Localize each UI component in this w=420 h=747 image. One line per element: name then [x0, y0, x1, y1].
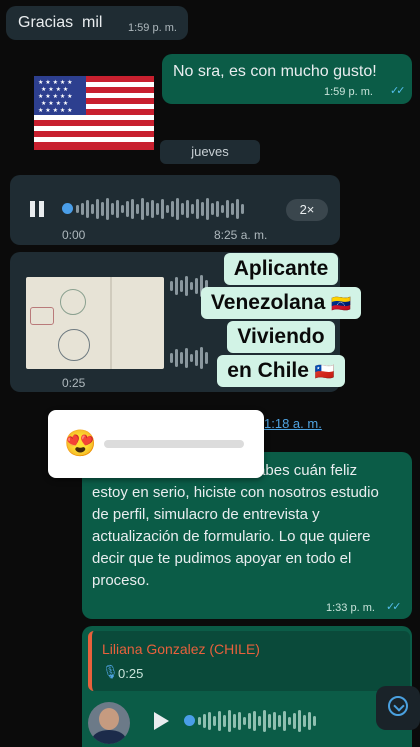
- message-text: Gracias mil: [18, 14, 103, 31]
- voice-elapsed: 0:00: [62, 228, 86, 242]
- overlay-line: Viviendo: [227, 321, 335, 353]
- svg-text:★ ★ ★ ★ ★: ★ ★ ★ ★ ★: [38, 107, 73, 114]
- message-time: 1:18 a. m.: [264, 416, 322, 431]
- chile-flag-icon: 🇨🇱: [314, 364, 335, 381]
- svg-text:★ ★ ★ ★: ★ ★ ★ ★: [41, 100, 68, 107]
- passport-stamp: [60, 289, 86, 315]
- audio-waveform[interactable]: [198, 709, 316, 733]
- quoted-author: Liliana Gonzalez (CHILE): [102, 641, 260, 657]
- voice-message[interactable]: 2× 0:00 8:25 a. m.: [10, 175, 340, 245]
- overlay-caption: Aplicante Venezolana 🇻🇪 Viviendo en Chil…: [186, 253, 376, 387]
- passport-image[interactable]: [26, 277, 164, 369]
- outgoing-message[interactable]: No sra, es con mucho gusto! 1:59 p. m. ✓…: [162, 54, 412, 104]
- playback-position-dot[interactable]: [184, 715, 195, 726]
- playback-position-dot[interactable]: [62, 203, 73, 214]
- message-time: 1:59 p. m.: [128, 22, 177, 34]
- play-icon[interactable]: [154, 712, 169, 730]
- heart-eyes-emoji-icon[interactable]: 😍: [64, 428, 96, 459]
- overlay-text: Venezolana: [210, 291, 326, 314]
- voice-elapsed: 0:25: [62, 376, 86, 390]
- overlay-line: Aplicante: [223, 253, 339, 285]
- read-ticks-icon: ✓✓: [386, 601, 402, 613]
- message-text: No sra, es con mucho gusto!: [173, 63, 377, 80]
- overlay-line: Venezolana 🇻🇪: [200, 287, 362, 319]
- outgoing-message[interactable]: Liliana Gonzalez (CHILE) 🎙 0:25: [82, 626, 412, 747]
- avatar: [88, 702, 130, 744]
- read-ticks-icon: ✓✓: [390, 85, 406, 97]
- svg-text:★ ★ ★ ★ ★: ★ ★ ★ ★ ★: [38, 79, 73, 86]
- message-text: Bendito sea Dios!!!! No sabes cuán feliz…: [92, 462, 379, 589]
- message-time: 1:59 p. m.: [324, 86, 373, 98]
- overlay-line: en Chile 🇨🇱: [217, 355, 345, 387]
- audio-waveform[interactable]: [76, 197, 244, 221]
- passport-stamp: [58, 329, 90, 361]
- reaction-slider[interactable]: [104, 440, 244, 448]
- date-divider: jueves: [160, 140, 260, 164]
- scroll-down-button[interactable]: [376, 686, 420, 730]
- svg-text:★ ★ ★ ★ ★: ★ ★ ★ ★ ★: [38, 93, 73, 100]
- quoted-message[interactable]: Liliana Gonzalez (CHILE) 🎙 0:25: [88, 631, 410, 691]
- svg-text:★ ★ ★ ★: ★ ★ ★ ★: [41, 86, 68, 93]
- incoming-message[interactable]: Gracias mil 1:59 p. m.: [6, 6, 188, 40]
- message-time: 1:33 p. m.: [326, 602, 375, 614]
- microphone-icon: 🎙: [102, 664, 119, 679]
- passport-stamp: [30, 307, 54, 325]
- playback-speed-label: 2×: [299, 202, 315, 217]
- playback-speed-button[interactable]: 2×: [286, 199, 328, 221]
- message-time: 8:25 a. m.: [214, 228, 268, 242]
- quoted-duration: 0:25: [118, 666, 144, 681]
- overlay-text: en Chile: [227, 359, 309, 382]
- date-divider-label: jueves: [191, 144, 229, 159]
- us-flag-icon: ★ ★ ★ ★ ★ ★ ★ ★ ★ ★ ★ ★ ★ ★ ★ ★ ★ ★ ★ ★ …: [34, 76, 154, 150]
- us-flag-sticker[interactable]: ★ ★ ★ ★ ★ ★ ★ ★ ★ ★ ★ ★ ★ ★ ★ ★ ★ ★ ★ ★ …: [34, 76, 154, 150]
- venezuela-flag-icon: 🇻🇪: [331, 296, 352, 313]
- passport-fold: [110, 277, 112, 369]
- pause-icon[interactable]: [30, 201, 44, 217]
- reaction-picker[interactable]: 😍: [48, 410, 264, 478]
